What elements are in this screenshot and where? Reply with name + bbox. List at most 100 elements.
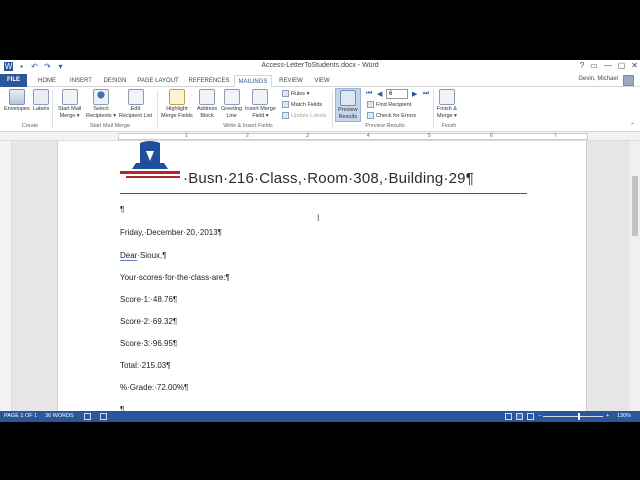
finish-merge-label: Finish & Merge ▾ [437, 106, 457, 119]
tab-review[interactable]: REVIEW [276, 75, 306, 87]
document-canvas[interactable]: ·Busn·216·Class,·Room·308,·Building·29¶ … [12, 141, 630, 411]
next-record-icon[interactable]: ▶ [412, 90, 417, 98]
match-fields-label: Match Fields [291, 101, 323, 108]
intro-line[interactable]: Your·scores·for·the·class·are:¶ [120, 273, 230, 282]
proofing-icon[interactable] [84, 413, 91, 420]
minimize-icon[interactable]: — [604, 61, 612, 70]
finish-merge-button[interactable]: Finish & Merge ▾ [437, 89, 457, 119]
score-2-line[interactable]: Score·2:·69.32¶ [120, 317, 177, 326]
user-name[interactable]: Gevin, Michael [578, 76, 618, 82]
web-layout-icon[interactable] [527, 413, 534, 420]
tab-design[interactable]: DESIGN [100, 75, 130, 87]
zoom-in-icon[interactable]: + [606, 413, 609, 419]
address-block-button[interactable]: Address Block [197, 89, 217, 119]
read-mode-icon[interactable] [505, 413, 512, 420]
find-recipient-label: Find Recipient [376, 101, 412, 108]
score-3-line[interactable]: Score·3:·96.95¶ [120, 339, 177, 348]
word-count[interactable]: 36 WORDS [45, 413, 74, 419]
find-recipient-button[interactable]: Find Recipient [367, 101, 411, 108]
zoom-slider-thumb[interactable] [578, 413, 580, 420]
first-record-icon[interactable]: ⏮ [366, 90, 372, 98]
document-icon [61, 89, 78, 105]
insert-merge-field-label: Insert Merge Field ▾ [245, 106, 276, 119]
ruler-number: 1 [185, 133, 188, 139]
i-beam-cursor-icon: I [317, 213, 320, 223]
tab-references[interactable]: REFERENCES [187, 75, 231, 87]
start-mail-merge-button[interactable]: Start Mail Merge ▾ [58, 89, 81, 119]
match-fields-icon [282, 101, 289, 108]
macro-icon[interactable] [100, 413, 107, 420]
collapse-ribbon-icon[interactable]: ⌃ [630, 122, 635, 129]
greeting-line-button[interactable]: Greeting Line [221, 89, 242, 119]
tab-file[interactable]: FILE [0, 74, 27, 87]
highlight-merge-fields-button[interactable]: Highlight Merge Fields [161, 89, 193, 119]
total-line[interactable]: Total:·215.03¶ [120, 361, 171, 370]
edit-recipient-list-button[interactable]: Edit Recipient List [119, 89, 152, 119]
preview-results-label: Preview Results [338, 107, 358, 120]
ribbon-divider [332, 90, 333, 128]
grade-line[interactable]: %·Grade:·72.00%¶ [120, 383, 188, 392]
tab-insert[interactable]: INSERT [66, 75, 96, 87]
rules-button[interactable]: Rules ▾ [282, 90, 309, 97]
envelopes-button[interactable]: Envelopes [4, 89, 30, 113]
class-logo-icon [120, 141, 180, 178]
horizontal-ruler[interactable]: 1 2 3 4 5 6 7 [0, 132, 640, 141]
envelopes-label: Envelopes [4, 106, 30, 112]
preview-results-button[interactable]: Preview Results [335, 88, 361, 122]
letterhead-rule [120, 193, 527, 194]
ribbon-display-icon[interactable]: ▭ [590, 61, 598, 70]
avatar[interactable] [623, 75, 634, 86]
update-labels-button[interactable]: Update Labels [282, 112, 326, 119]
tab-home[interactable]: HOME [33, 75, 61, 87]
ruler-number: 7 [554, 133, 557, 139]
ruler-track [118, 133, 588, 140]
update-labels-label: Update Labels [291, 112, 327, 119]
edit-list-icon [127, 89, 144, 105]
check-errors-icon [367, 112, 374, 119]
insert-merge-field-icon [252, 89, 269, 105]
date-line[interactable]: Friday,·December·20,·2013¶ [120, 228, 222, 237]
greeting-line[interactable]: Dear·Sioux,¶ [120, 251, 167, 261]
select-recipients-button[interactable]: Select Recipients ▾ [86, 89, 116, 119]
vertical-scrollbar[interactable] [630, 141, 640, 411]
vertical-ruler[interactable] [0, 141, 12, 411]
score-1-line[interactable]: Score·1:·48.76¶ [120, 295, 177, 304]
insert-merge-field-button[interactable]: Insert Merge Field ▾ [245, 89, 276, 119]
paragraph-empty[interactable]: ¶ [120, 205, 124, 214]
title-bar: W ▪ ↶ ↷ ▾ Access-LetterToStudents.docx -… [0, 60, 640, 74]
help-icon[interactable]: ? [580, 61, 584, 70]
group-create: Create [21, 123, 39, 129]
select-recipients-label: Select Recipients ▾ [86, 106, 116, 119]
recipients-icon [92, 89, 109, 105]
labels-button[interactable]: Labels [33, 89, 49, 113]
update-labels-icon [282, 112, 289, 119]
zoom-slider[interactable] [543, 416, 603, 417]
document-page[interactable]: ·Busn·216·Class,·Room·308,·Building·29¶ … [57, 141, 587, 411]
group-preview-results: Preview Results [365, 123, 405, 129]
ribbon-divider [52, 90, 53, 128]
edit-recipient-list-label: Edit Recipient List [119, 106, 153, 119]
maximize-icon[interactable]: ▢ [618, 61, 626, 70]
ruler-number: 5 [428, 133, 431, 139]
letterhead-heading: ·Busn·216·Class,·Room·308,·Building·29¶ [183, 170, 474, 187]
last-record-icon[interactable]: ⏭ [423, 90, 429, 98]
scrollbar-thumb[interactable] [632, 176, 638, 236]
start-mail-merge-label: Start Mail Merge ▾ [58, 106, 82, 119]
record-number-input[interactable]: 6 [386, 89, 408, 99]
match-fields-button[interactable]: Match Fields [282, 101, 322, 108]
ruler-number: 2 [246, 133, 249, 139]
window-title: Access-LetterToStudents.docx - Word [261, 62, 379, 69]
ribbon-divider [433, 90, 434, 128]
tab-page-layout[interactable]: PAGE LAYOUT [134, 75, 182, 87]
labels-icon [33, 89, 50, 105]
zoom-level[interactable]: 130% [617, 413, 631, 419]
highlight-label: Highlight Merge Fields [161, 106, 193, 119]
zoom-out-icon[interactable]: − [538, 413, 541, 419]
close-icon[interactable]: ✕ [631, 61, 638, 70]
tab-mailings[interactable]: MAILINGS [234, 75, 272, 87]
check-errors-button[interactable]: Check for Errors [367, 112, 416, 119]
previous-record-icon[interactable]: ◀ [377, 90, 382, 98]
tab-view[interactable]: VIEW [309, 75, 335, 87]
page-count[interactable]: PAGE 1 OF 1 [4, 413, 37, 419]
print-layout-icon[interactable] [516, 413, 523, 420]
